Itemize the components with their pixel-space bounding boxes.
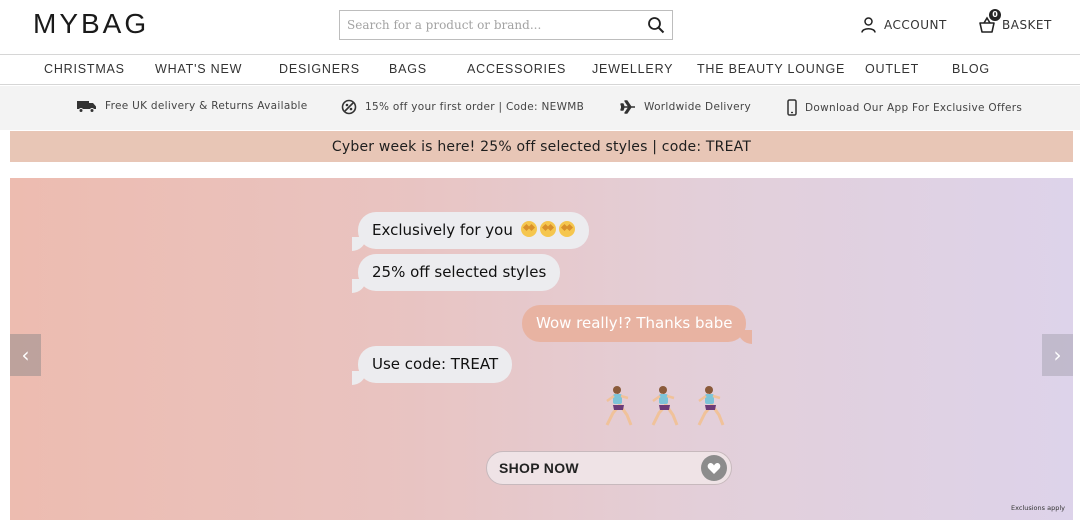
usp-bar: Free UK delivery & Returns Available 15%… (0, 86, 1080, 130)
mybag-logo[interactable]: MYBAG (33, 8, 149, 40)
star-struck-emoji-icon (558, 221, 575, 237)
basket-icon-wrapper: 0 (978, 9, 1001, 34)
running-woman-icon (605, 386, 633, 426)
nav-item-accessories[interactable]: ACCESSORIES (467, 62, 566, 76)
account-label: ACCOUNT (884, 18, 947, 32)
usp-app[interactable]: Download Our App For Exclusive Offers (787, 99, 1022, 116)
nav-item-bags[interactable]: BAGS (389, 62, 427, 76)
chat-bubble-text: Use code: TREAT (372, 355, 499, 373)
nav-item-whats-new[interactable]: WHAT'S NEW (155, 62, 242, 76)
search-input[interactable] (340, 11, 640, 39)
discount-tag-icon (341, 99, 357, 115)
nav-item-designers[interactable]: DESIGNERS (279, 62, 360, 76)
main-navigation: CHRISTMAS WHAT'S NEW DESIGNERS BAGS ACCE… (0, 56, 1080, 85)
star-struck-emoji-icon (520, 221, 537, 237)
chat-bubble-exclusive: Exclusively for you (352, 212, 589, 251)
shop-now-label: SHOP NOW (499, 460, 579, 476)
heart-icon (701, 455, 727, 481)
mobile-phone-icon (787, 99, 797, 116)
chat-bubble-code: Use code: TREAT (351, 346, 513, 385)
promo-text: Cyber week is here! 25% off selected sty… (331, 138, 752, 155)
promo-banner[interactable]: Cyber week is here! 25% off selected sty… (10, 131, 1073, 162)
shop-now-button[interactable]: SHOP NOW (486, 451, 732, 485)
running-woman-icon (697, 386, 725, 426)
chat-bubble-text: 25% off selected styles (372, 263, 547, 281)
running-woman-icon (651, 386, 679, 426)
search-box (339, 10, 673, 40)
site-header: MYBAG ACCOUNT 0 BASKET (0, 0, 1080, 55)
nav-item-jewellery[interactable]: JEWELLERY (592, 62, 673, 76)
nav-item-beauty-lounge[interactable]: THE BEAUTY LOUNGE (697, 62, 845, 76)
usp-free-delivery[interactable]: Free UK delivery & Returns Available (77, 99, 308, 113)
usp-worldwide[interactable]: Worldwide Delivery (620, 99, 751, 115)
nav-item-outlet[interactable]: OUTLET (865, 62, 919, 76)
usp-text: Free UK delivery & Returns Available (105, 100, 308, 112)
chat-bubble-text: Exclusively for you (372, 221, 513, 239)
basket-link[interactable]: 0 BASKET (978, 9, 1052, 34)
airplane-icon (620, 100, 635, 114)
user-icon (861, 17, 876, 33)
exclusions-note: Exclusions apply (1011, 504, 1065, 512)
carousel-next-arrow[interactable]: › (1042, 334, 1073, 376)
star-struck-emoji-icon (539, 221, 556, 237)
account-link[interactable]: ACCOUNT (861, 16, 947, 34)
delivery-truck-icon (77, 101, 96, 113)
carousel-prev-arrow[interactable]: ‹ (10, 334, 41, 376)
nav-item-christmas[interactable]: CHRISTMAS (44, 62, 125, 76)
hero-banner[interactable]: Exclusively for you 25% off selected sty… (10, 178, 1073, 520)
usp-text: 15% off your first order | Code: NEWMB (365, 101, 585, 113)
basket-label: BASKET (1002, 18, 1052, 32)
basket-count-badge: 0 (989, 9, 1001, 21)
chat-bubble-reply: Wow really!? Thanks babe (522, 305, 753, 344)
search-icon[interactable] (647, 16, 665, 34)
usp-text: Download Our App For Exclusive Offers (805, 101, 1023, 114)
usp-first-order[interactable]: 15% off your first order | Code: NEWMB (341, 99, 584, 115)
usp-text: Worldwide Delivery (644, 101, 752, 113)
nav-item-blog[interactable]: BLOG (952, 62, 990, 76)
running-women-icons (605, 386, 725, 426)
chat-bubble-offer: 25% off selected styles (351, 254, 561, 293)
chat-bubble-text: Wow really!? Thanks babe (536, 314, 733, 332)
